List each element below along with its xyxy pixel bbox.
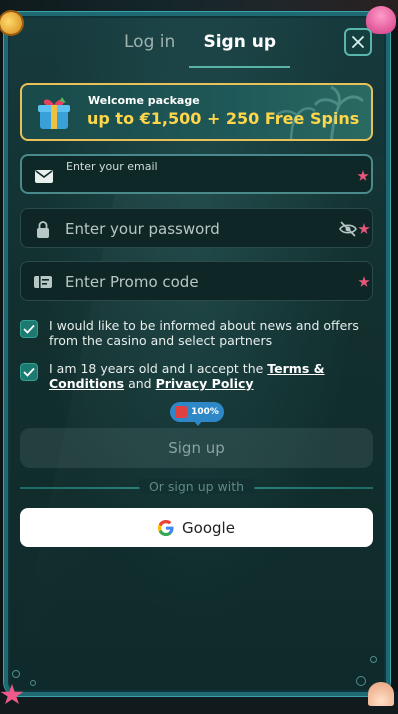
close-button[interactable] [344,28,372,56]
age-terms-text-mid: and [124,376,156,391]
required-star-icon [358,276,370,287]
promo-code-placeholder: Enter Promo code [65,273,199,291]
age-terms-checkbox[interactable] [20,363,38,381]
tab-log-in[interactable]: Log in [110,22,189,68]
newsletter-checkbox[interactable] [20,320,38,338]
google-icon [158,519,174,536]
privacy-policy-link[interactable]: Privacy Policy [156,376,254,391]
newsletter-consent-text: I would like to be informed about news a… [49,318,359,348]
required-star-icon [358,223,370,234]
bubble-decoration [30,680,36,686]
password-placeholder: Enter your password [65,220,220,238]
ticket-icon [34,276,52,288]
gift-icon [38,97,70,129]
banner-subtitle: Welcome package [88,94,200,107]
eye-off-icon[interactable] [338,219,358,239]
checkmark-icon [23,324,35,334]
lock-icon [37,221,49,238]
bubble-decoration [370,656,377,663]
email-field-label: Enter your email [66,160,158,173]
auth-tabs: Log in Sign up [110,22,290,68]
google-button-label: Google [182,518,235,537]
checkmark-icon [23,367,35,377]
social-divider: Or sign up with [20,479,373,494]
age-terms-consent-text: I am 18 years old and I accept the Terms… [49,361,379,391]
tab-sign-up[interactable]: Sign up [189,22,290,68]
bonus-badge: 100% [170,402,224,426]
gift-mini-icon [175,406,188,418]
google-sign-up-button[interactable]: Google [20,508,373,547]
palm-tree-decoration-icon [276,85,365,139]
sign-up-button[interactable]: Sign up [20,428,373,468]
age-terms-text-start: I am 18 years old and I accept the [49,361,268,376]
email-field[interactable]: Enter your email [20,154,373,194]
required-star-icon [357,170,369,181]
bubble-decoration [12,670,20,678]
bubble-decoration [356,676,366,686]
bonus-badge-label: 100% [191,407,219,417]
envelope-icon [35,170,53,183]
close-icon [352,36,364,48]
promo-code-field[interactable]: Enter Promo code [20,261,373,301]
password-field[interactable]: Enter your password [20,208,373,248]
clam-shell-decoration-icon [368,682,394,706]
divider-label: Or sign up with [138,479,255,494]
welcome-package-banner[interactable]: Welcome package up to €1,500 + 250 Free … [20,83,373,141]
